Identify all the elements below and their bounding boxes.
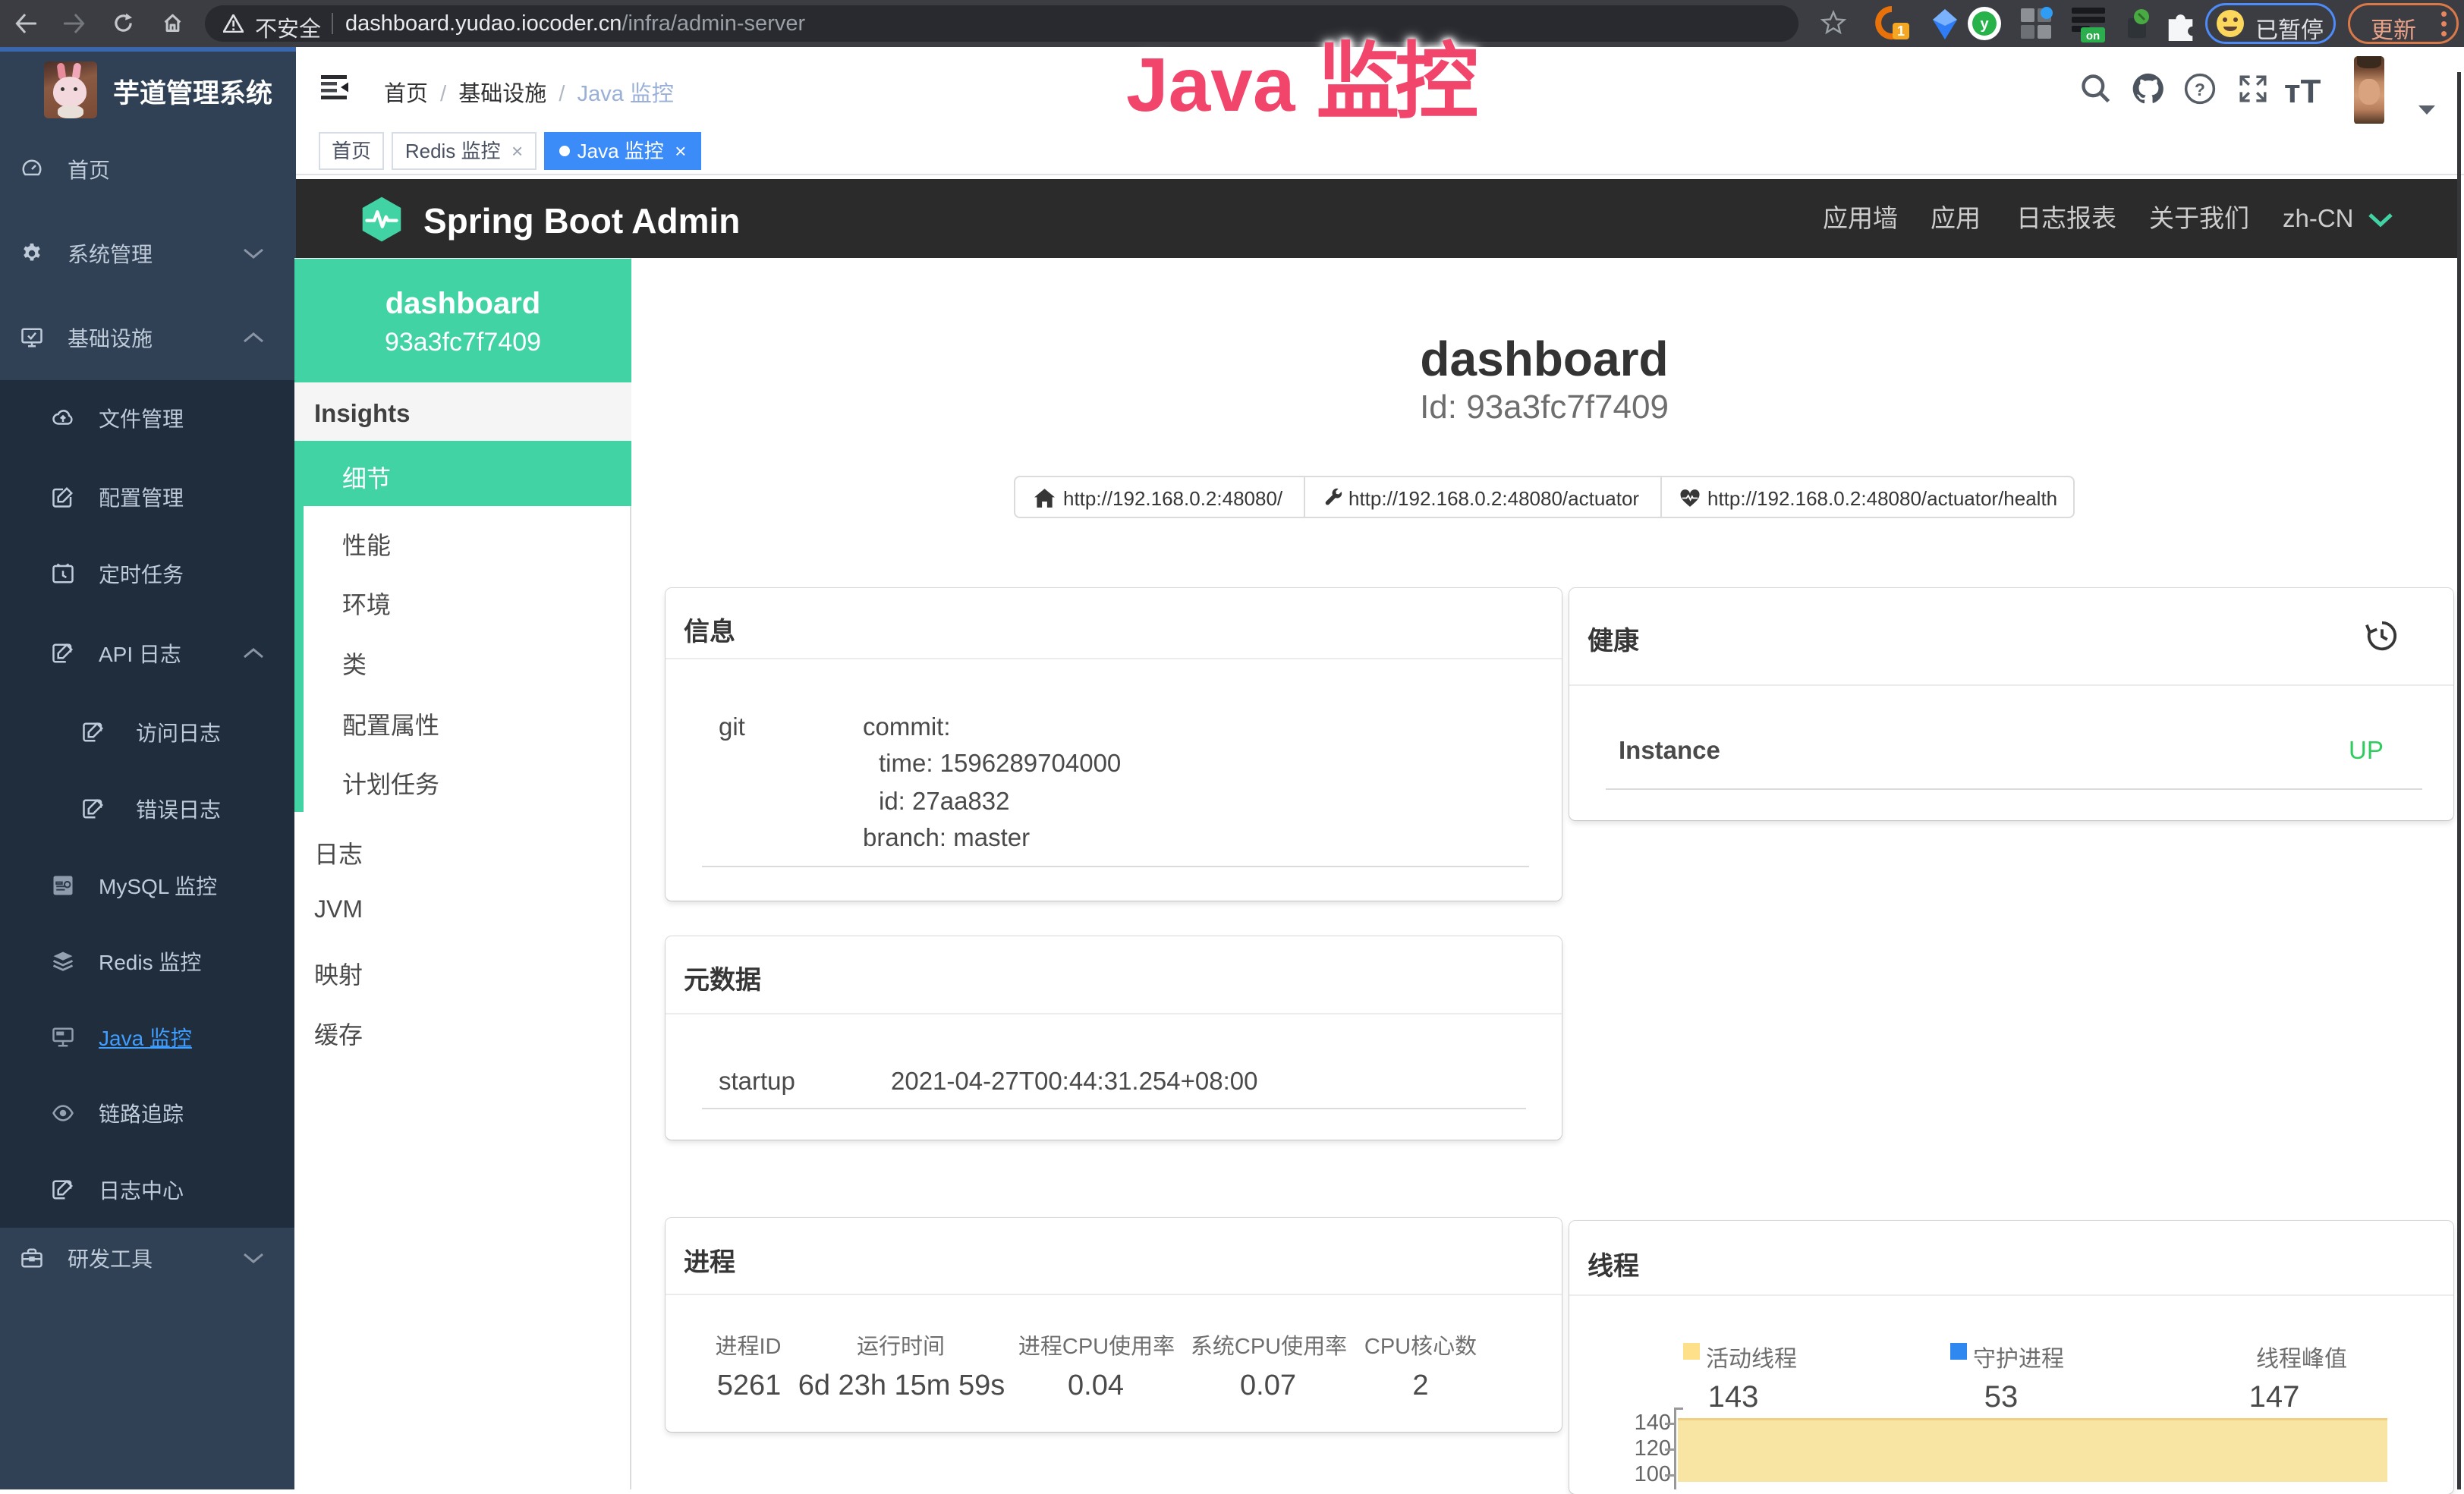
- svg-text:on: on: [2086, 30, 2100, 42]
- svg-text:y: y: [1980, 16, 1989, 33]
- svg-text:?: ?: [2195, 80, 2205, 99]
- svg-text:1: 1: [1897, 24, 1905, 39]
